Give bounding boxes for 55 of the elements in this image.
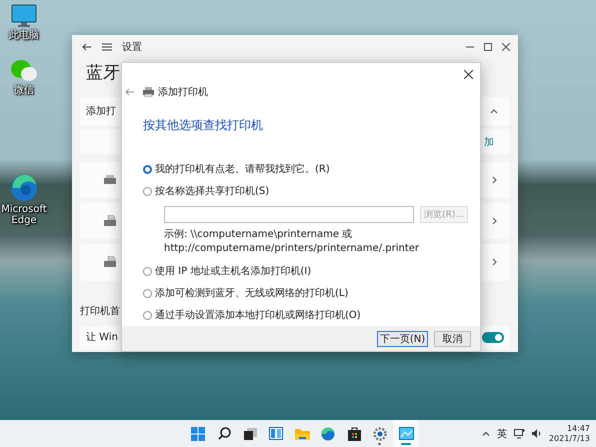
dialog-title: 添加打印机	[158, 86, 208, 99]
example-text: http://computername/printers/printername/.printer	[164, 242, 420, 256]
input-language[interactable]: 英	[496, 426, 507, 440]
window-title: 设置	[122, 40, 142, 54]
radio-button[interactable]	[143, 186, 152, 196]
radio-button[interactable]	[143, 288, 152, 298]
option-label[interactable]: 添加可检测到蓝牙、无线或网络的打印机(L)	[155, 286, 348, 300]
section-heading: 打印机首	[80, 304, 120, 318]
radio-button[interactable]	[143, 266, 152, 276]
option-label[interactable]: 我的打印机有点老。请帮我找到它。(R)	[155, 162, 330, 176]
cancel-button[interactable]: 取消	[434, 330, 471, 346]
radio-button[interactable]	[143, 310, 152, 320]
example-text: 示例: \\computername\printername 或	[164, 228, 354, 242]
network-icon[interactable]	[514, 428, 525, 438]
monitor-icon[interactable]	[11, 4, 37, 28]
dialog-heading: 按其他选项查找打印机	[143, 117, 264, 134]
option-label[interactable]: 通过手动设置添加本地打印机或网络打印机(O)	[155, 308, 361, 322]
close-icon[interactable]	[464, 70, 473, 79]
search-icon[interactable]	[218, 427, 230, 440]
edge-icon[interactable]	[10, 174, 38, 202]
chevron-right-icon[interactable]	[492, 176, 498, 184]
option-label[interactable]: 按名称选择共享打印机(S)	[155, 184, 270, 198]
card-label: 添加打	[86, 104, 116, 118]
maximize-icon[interactable]	[484, 42, 492, 51]
chevron-right-icon[interactable]	[492, 217, 498, 226]
control-panel-icon[interactable]	[398, 427, 414, 440]
shopping-bag-icon[interactable]	[348, 426, 360, 440]
setting-label: 让 Win	[86, 330, 118, 344]
option-label[interactable]: 使用 IP 地址或主机名添加打印机(I)	[155, 264, 312, 278]
close-icon[interactable]	[502, 42, 510, 51]
back-arrow-icon[interactable]	[82, 42, 92, 51]
settings-icon[interactable]	[373, 426, 387, 440]
windows-logo-icon[interactable]	[191, 426, 205, 440]
printer-icon	[103, 175, 117, 186]
fax-printer-icon	[103, 215, 117, 228]
chevron-up-icon[interactable]	[482, 431, 490, 436]
clock-time[interactable]: 14:47	[566, 424, 590, 434]
printer-name-field[interactable]	[164, 206, 414, 223]
chevron-right-icon[interactable]	[492, 258, 498, 266]
task-view-icon[interactable]	[244, 428, 256, 440]
desktop-icon-label[interactable]: Microsoft Edge	[0, 204, 48, 226]
folder-icon[interactable]	[294, 428, 310, 440]
widgets-icon[interactable]	[269, 427, 283, 440]
radio-button[interactable]	[143, 164, 152, 174]
add-link[interactable]: 加	[484, 134, 494, 149]
menu-icon[interactable]	[102, 42, 112, 51]
clock-date[interactable]: 2021/7/13	[548, 434, 590, 444]
chevron-up-icon[interactable]	[490, 108, 498, 114]
fax-printer-icon	[103, 256, 117, 268]
toggle-switch[interactable]	[482, 332, 504, 343]
edge-icon[interactable]	[321, 426, 335, 440]
page-heading: 蓝牙	[86, 62, 120, 86]
volume-icon[interactable]	[532, 429, 542, 438]
printer-icon	[143, 87, 154, 97]
next-button[interactable]: 下一页(N)	[377, 330, 428, 346]
